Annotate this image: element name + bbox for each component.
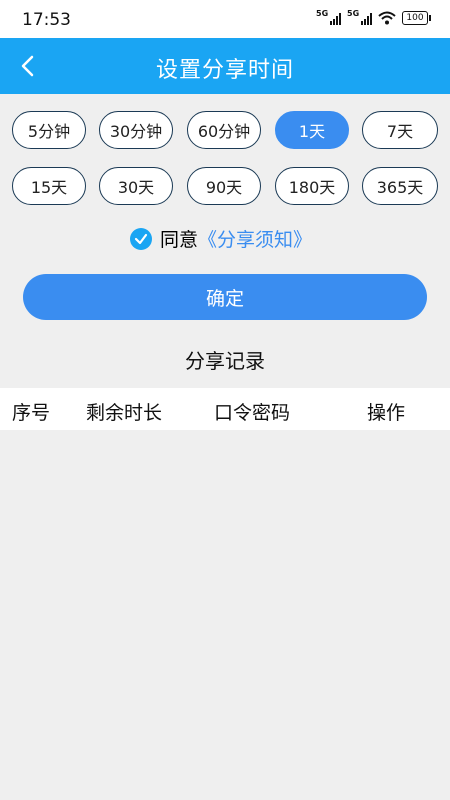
page-title: 设置分享时间 (155, 58, 294, 83)
cellular-signal-icon: 5G (316, 9, 341, 25)
check-icon (134, 233, 148, 244)
battery-icon: 100 (402, 11, 431, 25)
status-bar: 17:53 5G 5G 100 (0, 0, 450, 38)
column-header-password: 口令密码 (214, 402, 291, 424)
duration-chip-365day[interactable]: 365天 (362, 167, 438, 205)
agree-prefix: 同意 (160, 229, 199, 251)
duration-chip-1day[interactable]: 1天 (275, 111, 349, 149)
status-icons: 5G 5G 100 (316, 9, 431, 25)
duration-chip-7day[interactable]: 7天 (362, 111, 438, 149)
duration-chip-90day[interactable]: 90天 (187, 167, 261, 205)
duration-chip-180day[interactable]: 180天 (275, 167, 349, 205)
app-header: 设置分享时间 (0, 38, 450, 94)
network-type-label-2: 5G (347, 9, 360, 18)
wifi-icon (378, 11, 396, 25)
duration-chip-30day[interactable]: 30天 (99, 167, 173, 205)
share-records-title: 分享记录 (185, 349, 265, 373)
network-type-label: 5G (316, 9, 329, 18)
column-header-index: 序号 (12, 402, 51, 424)
confirm-button[interactable]: 确定 (23, 274, 427, 320)
share-notice-link[interactable]: 《分享须知》 (198, 225, 312, 252)
records-table-header: 序号 剩余时长 口令密码 操作 (0, 388, 450, 430)
agree-checkbox[interactable] (130, 227, 152, 250)
duration-chip-5min[interactable]: 5分钟 (12, 111, 86, 149)
duration-chip-60min[interactable]: 60分钟 (187, 111, 261, 149)
status-time: 17:53 (22, 10, 71, 30)
duration-chip-15day[interactable]: 15天 (12, 167, 86, 205)
cellular-signal-icon-2: 5G (347, 9, 372, 25)
column-header-actions: 操作 (367, 402, 406, 424)
agreement-row: 同意 《分享须知》 (130, 225, 312, 252)
duration-chip-30min[interactable]: 30分钟 (99, 111, 173, 149)
column-header-remaining-time: 剩余时长 (86, 402, 163, 424)
